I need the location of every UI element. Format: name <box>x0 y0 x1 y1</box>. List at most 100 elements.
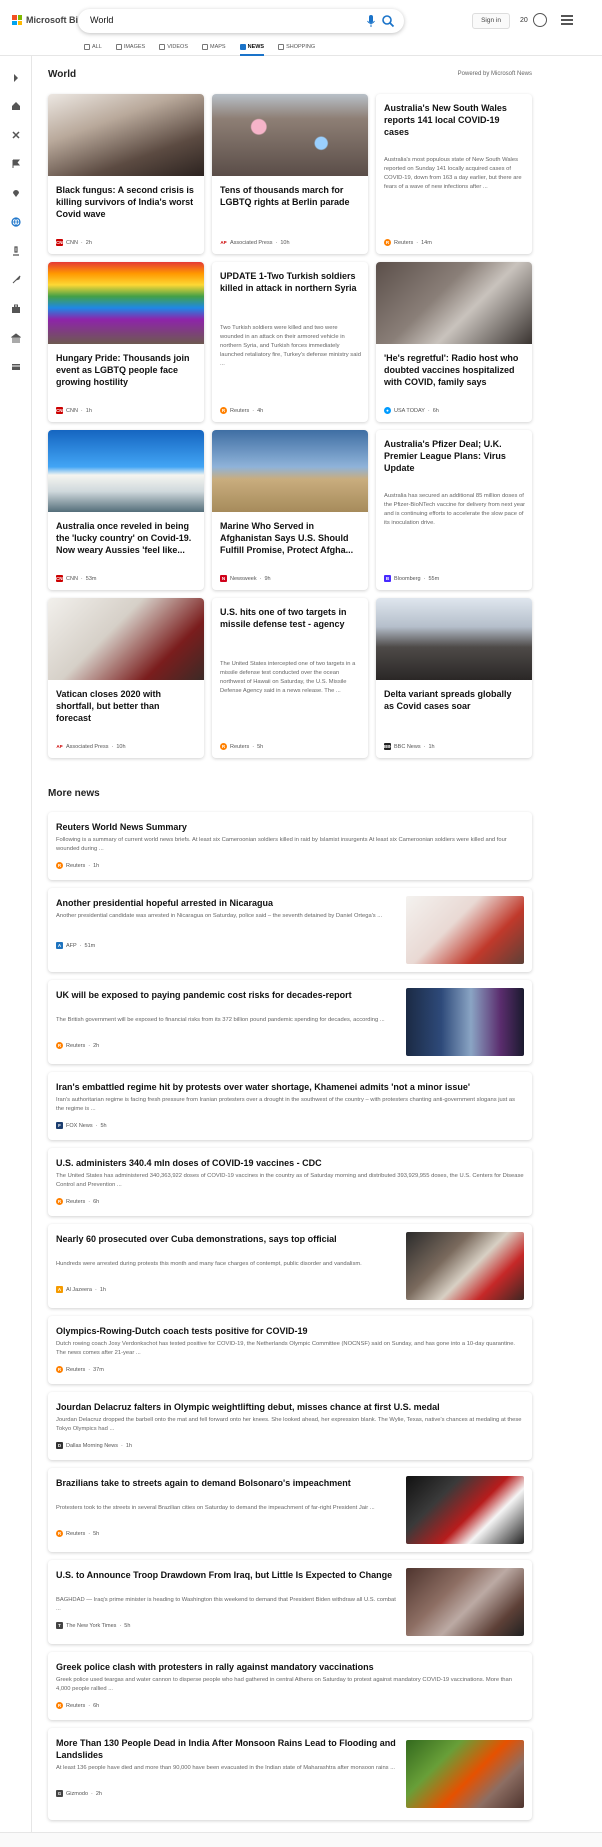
rocket-icon[interactable] <box>10 274 22 286</box>
source-name: Reuters <box>66 1702 86 1709</box>
more-news-item[interactable]: Nearly 60 prosecuted over Cuba demonstra… <box>48 1224 532 1308</box>
search-icon[interactable] <box>381 14 395 28</box>
hamburger-menu-icon[interactable] <box>561 15 573 25</box>
news-card[interactable]: Vatican closes 2020 with shortfall, but … <box>48 598 204 758</box>
news-card-title[interactable]: Australia's New South Wales reports 141 … <box>384 102 524 138</box>
news-card-image[interactable] <box>48 430 204 512</box>
more-news-item[interactable]: Olympics-Rowing-Dutch coach tests positi… <box>48 1316 532 1384</box>
more-news-thumbnail[interactable] <box>406 1740 524 1808</box>
more-news-title[interactable]: Olympics-Rowing-Dutch coach tests positi… <box>56 1325 524 1337</box>
news-card-title[interactable]: Black fungus: A second crisis is killing… <box>56 184 196 220</box>
news-card-title[interactable]: Hungary Pride: Thousands join event as L… <box>56 352 196 388</box>
more-news-item[interactable]: Iran's embattled regime hit by protests … <box>48 1072 532 1140</box>
news-card-image[interactable] <box>376 262 532 344</box>
news-card-source: CNN CNN · 2h <box>56 239 92 246</box>
separator-dot: · <box>423 743 426 750</box>
location-pin-icon[interactable] <box>10 187 22 199</box>
sign-in-button[interactable]: Sign in <box>472 13 510 29</box>
news-card-title[interactable]: Vatican closes 2020 with shortfall, but … <box>56 688 196 724</box>
video-icon[interactable] <box>10 361 22 373</box>
more-news-item[interactable]: UK will be exposed to paying pandemic co… <box>48 980 532 1064</box>
more-news-item[interactable]: Reuters World News Summary Following is a… <box>48 812 532 880</box>
news-card-image[interactable] <box>48 598 204 680</box>
flag-icon[interactable] <box>10 158 22 170</box>
news-card-title[interactable]: Australia's Pfizer Deal; U.K. Premier Le… <box>384 438 524 474</box>
more-news-item[interactable]: Brazilians take to streets again to dema… <box>48 1468 532 1552</box>
more-news-item[interactable]: U.S. administers 340.4 mln doses of COVI… <box>48 1148 532 1216</box>
more-news-thumbnail[interactable] <box>406 1568 524 1636</box>
more-news-thumbnail[interactable] <box>406 896 524 964</box>
separator-dot: · <box>95 1122 98 1129</box>
news-card-time: 1h <box>85 407 92 414</box>
more-news-title[interactable]: Greek police clash with protesters in ra… <box>56 1661 524 1673</box>
news-card-image[interactable] <box>376 598 532 680</box>
news-card[interactable]: 'He's regretful': Radio host who doubted… <box>376 262 532 422</box>
search-input[interactable]: World <box>90 15 113 25</box>
news-card[interactable]: Australia's New South Wales reports 141 … <box>376 94 532 254</box>
news-card[interactable]: Hungary Pride: Thousands join event as L… <box>48 262 204 422</box>
tab-all[interactable]: ALL <box>84 41 102 53</box>
more-news-item[interactable]: Greek police clash with protesters in ra… <box>48 1652 532 1720</box>
tools-icon[interactable] <box>10 129 22 141</box>
more-news-thumbnail[interactable] <box>406 1232 524 1300</box>
tab-maps[interactable]: MAPS <box>202 41 226 53</box>
home-icon[interactable] <box>10 100 22 112</box>
separator-dot: · <box>423 575 426 582</box>
news-card[interactable]: Australia's Pfizer Deal; U.K. Premier Le… <box>376 430 532 590</box>
expand-sidebar-icon[interactable] <box>10 72 22 84</box>
news-card-title[interactable]: Delta variant spreads globally as Covid … <box>384 688 524 712</box>
news-card-image[interactable] <box>48 262 204 344</box>
more-news-title[interactable]: Nearly 60 prosecuted over Cuba demonstra… <box>56 1233 396 1245</box>
rewards-icon[interactable] <box>533 13 547 27</box>
news-card[interactable]: Marine Who Served in Afghanistan Says U.… <box>212 430 368 590</box>
more-news-snippet: Protesters took to the streets in severa… <box>56 1505 375 1511</box>
more-news-thumbnail[interactable] <box>406 988 524 1056</box>
news-card-title[interactable]: Marine Who Served in Afghanistan Says U.… <box>220 520 360 556</box>
news-card[interactable]: U.S. hits one of two targets in missile … <box>212 598 368 758</box>
more-news-title[interactable]: Another presidential hopeful arrested in… <box>56 897 396 909</box>
briefcase-icon[interactable] <box>10 303 22 315</box>
news-card[interactable]: UPDATE 1-Two Turkish soldiers killed in … <box>212 262 368 422</box>
more-news-title[interactable]: More Than 130 People Dead in India After… <box>56 1737 396 1761</box>
news-card-image[interactable] <box>212 430 368 512</box>
associated-press-logo-icon: AP <box>56 743 63 750</box>
source-name: USA TODAY <box>394 407 425 414</box>
more-news-title[interactable]: Brazilians take to streets again to dema… <box>56 1477 396 1489</box>
tab-images[interactable]: IMAGES <box>115 41 145 53</box>
search-box[interactable]: World <box>78 9 404 33</box>
source-name: Reuters <box>66 1366 86 1373</box>
news-card-source: AP Associated Press · 10h <box>56 743 126 750</box>
news-card-image[interactable] <box>48 94 204 176</box>
more-news-title[interactable]: U.S. administers 340.4 mln doses of COVI… <box>56 1157 524 1169</box>
tab-videos[interactable]: VIDEOS <box>159 41 188 53</box>
government-building-icon[interactable] <box>10 332 22 344</box>
more-news-title[interactable]: U.S. to Announce Troop Drawdown From Ira… <box>56 1569 396 1581</box>
microscope-icon[interactable] <box>10 245 22 257</box>
tab-shopping[interactable]: SHOPPING <box>278 41 315 53</box>
news-card[interactable]: Delta variant spreads globally as Covid … <box>376 598 532 758</box>
more-news-thumbnail[interactable] <box>406 1476 524 1544</box>
microphone-icon[interactable] <box>366 14 376 28</box>
news-card-image[interactable] <box>212 94 368 176</box>
more-news-title[interactable]: Reuters World News Summary <box>56 821 524 833</box>
more-news-title[interactable]: Jourdan Delacruz falters in Olympic weig… <box>56 1401 524 1413</box>
news-card[interactable]: Black fungus: A second crisis is killing… <box>48 94 204 254</box>
globe-icon[interactable] <box>10 216 22 228</box>
more-news-title[interactable]: Iran's embattled regime hit by protests … <box>56 1081 524 1093</box>
news-icon <box>239 44 246 50</box>
news-card-title[interactable]: UPDATE 1-Two Turkish soldiers killed in … <box>220 270 360 294</box>
news-card[interactable]: Tens of thousands march for LGBTQ rights… <box>212 94 368 254</box>
rewards-points[interactable]: 20 <box>520 17 528 24</box>
tab-news[interactable]: NEWS <box>239 41 264 56</box>
news-card-title[interactable]: 'He's regretful': Radio host who doubted… <box>384 352 524 388</box>
news-card-title[interactable]: Australia once reveled in being the 'luc… <box>56 520 196 556</box>
more-news-item[interactable]: More Than 130 People Dead in India After… <box>48 1728 532 1820</box>
more-news-item[interactable]: Another presidential hopeful arrested in… <box>48 888 532 972</box>
news-card[interactable]: Australia once reveled in being the 'luc… <box>48 430 204 590</box>
more-news-item[interactable]: Jourdan Delacruz falters in Olympic weig… <box>48 1392 532 1460</box>
more-news-item[interactable]: U.S. to Announce Troop Drawdown From Ira… <box>48 1560 532 1644</box>
news-card-title[interactable]: Tens of thousands march for LGBTQ rights… <box>220 184 360 208</box>
separator-dot: · <box>120 1442 123 1449</box>
news-card-title[interactable]: U.S. hits one of two targets in missile … <box>220 606 360 630</box>
more-news-title[interactable]: UK will be exposed to paying pandemic co… <box>56 989 396 1001</box>
